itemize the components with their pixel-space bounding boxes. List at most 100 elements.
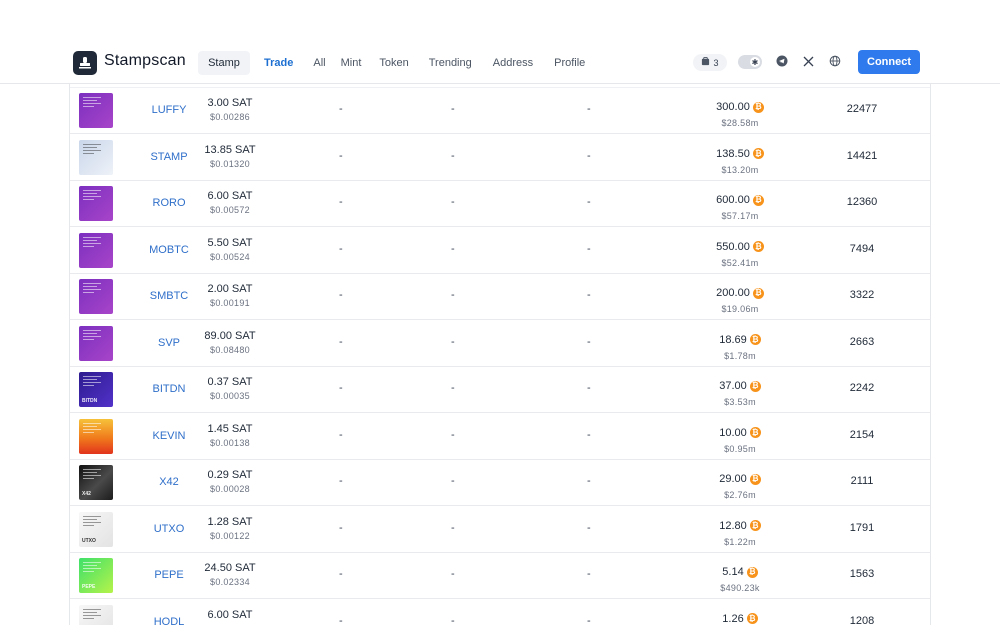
stamp-thumbnail[interactable]: [79, 604, 113, 625]
nav-stamp[interactable]: Stamp: [198, 51, 250, 75]
connect-wallet-button[interactable]: Connect: [858, 50, 920, 74]
change-cell: -: [451, 521, 455, 534]
change-cell: -: [339, 103, 343, 115]
price-sat: 2.00 SAT: [207, 283, 253, 295]
change-cell: -: [451, 335, 455, 348]
market-cap-btc: 300.00: [716, 101, 750, 113]
x-twitter-icon[interactable]: [801, 54, 815, 68]
price-sat: 13.85 SAT: [204, 143, 256, 156]
table-row[interactable]: SMBTC 2.00 SAT $0.00191- - -200.00 ₿ $19.06m 33…: [70, 274, 930, 320]
nav-profile[interactable]: Profile: [554, 51, 585, 75]
bitcoin-icon: ₿: [752, 148, 764, 159]
market-cap-cell: 550.00 ₿ $52.41m: [670, 237, 810, 268]
price-cell: 1.45 SAT $0.00138: [180, 423, 280, 448]
sun-icon: ✱: [750, 57, 760, 67]
telegram-icon[interactable]: [775, 54, 789, 68]
cart-button[interactable]: 3: [693, 54, 727, 71]
change-cell: -: [451, 196, 455, 208]
stamp-thumbnail[interactable]: [79, 186, 113, 221]
change-cell: -: [339, 428, 343, 441]
stamp-thumbnail[interactable]: X42: [79, 465, 113, 500]
holders-count: 1208: [849, 614, 875, 625]
price-sat: 5.50 SAT: [207, 236, 253, 249]
stamp-thumbnail[interactable]: [79, 93, 113, 128]
nav-mint[interactable]: Mint: [341, 51, 362, 75]
holders-count: 7494: [849, 242, 875, 255]
market-cap-usd: $57.17m: [721, 211, 759, 221]
price-sat: 24.50 SAT: [204, 562, 256, 574]
market-cap-btc: 550.00: [716, 240, 750, 253]
change-cell: -: [339, 196, 343, 208]
price-sat: 0.37 SAT: [207, 376, 253, 388]
holders-count: 14421: [846, 149, 878, 162]
volume-cell: -: [587, 103, 591, 115]
change-cell: -: [339, 335, 343, 348]
market-cap-cell: 5.14 ₿ $490.23k: [670, 562, 810, 593]
price-usd: $0.00028: [210, 484, 250, 494]
market-cap-btc: 600.00: [716, 194, 750, 206]
table-row[interactable]: STAMP 13.85 SAT $0.01320- - -138.50 ₿ $13.20m 1…: [70, 135, 930, 181]
stamp-thumbnail[interactable]: [79, 139, 113, 175]
stamp-thumbnail[interactable]: [79, 279, 113, 314]
table-row[interactable]: X42 X42 0.29 SAT $0.00028- - -29.00 ₿ $2.76m 211…: [70, 460, 930, 506]
market-cap-cell: 1.26 ₿: [670, 609, 810, 625]
change-cell: -: [339, 149, 343, 162]
price-cell: 3.00 SAT $0.00286: [180, 97, 280, 122]
brand-name[interactable]: Stampscan: [104, 52, 186, 70]
main-nav: Stamp Trade All Mint Token Trending Addr…: [198, 51, 585, 75]
table-row[interactable]: SVP 89.00 SAT $0.08480- - -18.69 ₿ $1.78m 2663: [70, 321, 930, 367]
price-usd: $0.00524: [210, 251, 250, 262]
stampscan-logo-icon[interactable]: [73, 51, 97, 75]
market-cap-cell: 37.00 ₿ $3.53m: [670, 376, 810, 407]
market-cap-usd: $1.78m: [724, 350, 756, 361]
stamp-thumbnail[interactable]: UTXO: [79, 511, 113, 547]
stamp-thumbnail[interactable]: [79, 232, 113, 268]
change-cell: -: [451, 382, 455, 394]
change-cell: -: [339, 475, 343, 487]
table-row[interactable]: KEVIN 1.45 SAT $0.00138- - -10.00 ₿ $0.95m 2154: [70, 414, 930, 460]
price-usd: $0.02334: [210, 577, 250, 587]
change-cell: -: [451, 614, 455, 625]
bitcoin-icon: ₿: [752, 287, 764, 299]
market-cap-btc: 138.50: [716, 147, 750, 160]
change-cell: -: [451, 568, 455, 580]
price-sat: 89.00 SAT: [204, 329, 256, 342]
table-row[interactable]: MOBTC 5.50 SAT $0.00524- - -550.00 ₿ $52.41m 74…: [70, 228, 930, 274]
price-cell: 0.37 SAT $0.00035: [180, 376, 280, 401]
market-cap-btc: 5.14: [722, 566, 744, 578]
nav-token[interactable]: Token: [379, 51, 408, 75]
bitcoin-icon: ₿: [752, 194, 764, 206]
table-row[interactable]: PEPE PEPE 24.50 SAT $0.02334- - -5.14 ₿ $490.23…: [70, 553, 930, 599]
change-cell: -: [451, 149, 455, 162]
nav-address[interactable]: Address: [493, 51, 533, 75]
table-row[interactable]: UTXO UTXO 1.28 SAT $0.00122- - -12.80 ₿ $1.22m 1…: [70, 507, 930, 553]
market-cap-usd: $28.58m: [721, 118, 759, 128]
stamp-thumbnail[interactable]: BITDN: [79, 372, 113, 407]
cart-count: 3: [713, 57, 719, 68]
table-row[interactable]: BITDN BITDN 0.37 SAT $0.00035- - -37.00 ₿ $3.53…: [70, 367, 930, 413]
table-row[interactable]: LUFFY 3.00 SAT $0.00286- - -300.00 ₿ $28.58m 22…: [70, 88, 930, 134]
market-cap-cell: 29.00 ₿ $2.76m: [670, 469, 810, 500]
stamp-thumbnail[interactable]: [79, 325, 113, 361]
table-row[interactable]: HODL 6.00 SAT - - -1.26 ₿ 1208: [70, 600, 930, 625]
price-cell: 5.50 SAT $0.00524: [180, 237, 280, 262]
nav-all[interactable]: All: [313, 51, 325, 75]
market-cap-usd: $0.95m: [724, 443, 756, 454]
theme-toggle[interactable]: ✱: [738, 55, 762, 69]
change-cell: -: [339, 568, 343, 580]
table-row[interactable]: RORO 6.00 SAT $0.00572- - -600.00 ₿ $57.17m 123…: [70, 181, 930, 227]
nav-trade[interactable]: Trade: [264, 51, 293, 75]
nav-trending[interactable]: Trending: [429, 51, 472, 75]
stamp-thumbnail-label: X42: [82, 491, 91, 497]
bitcoin-icon: ₿: [749, 380, 761, 392]
market-cap-cell: 300.00 ₿ $28.58m: [670, 97, 810, 128]
price-sat: 3.00 SAT: [207, 97, 253, 109]
price-cell: 0.29 SAT $0.00028: [180, 469, 280, 494]
price-usd: $0.00138: [210, 437, 250, 448]
stamp-thumbnail[interactable]: [79, 418, 113, 454]
volume-cell: -: [587, 382, 591, 394]
stamp-thumbnail[interactable]: PEPE: [79, 558, 113, 593]
globe-icon[interactable]: [828, 54, 842, 68]
change-cell: -: [339, 242, 343, 255]
market-cap-btc: 10.00: [719, 426, 747, 439]
